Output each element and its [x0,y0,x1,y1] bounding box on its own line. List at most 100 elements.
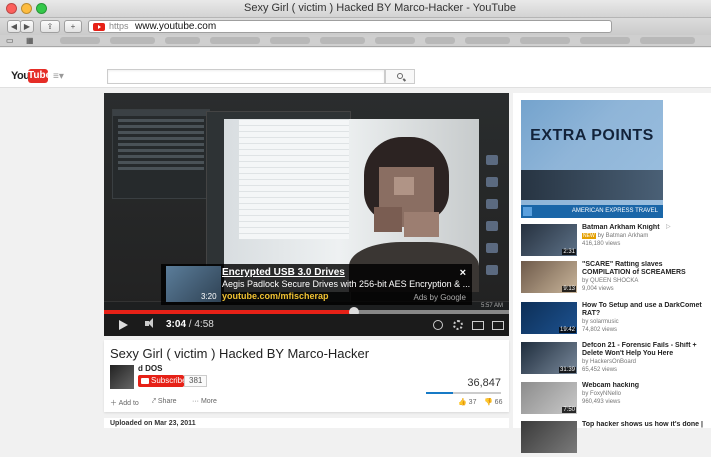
zoom-window-button[interactable] [36,3,47,14]
bookmark-item[interactable] [320,37,365,44]
ad-title-link[interactable]: Encrypted USB 3.0 Drives [222,267,345,278]
new-tab-button[interactable]: + [64,20,82,33]
bookmark-item[interactable] [640,37,695,44]
reading-list-icon[interactable]: ▭ [6,37,14,45]
back-button[interactable]: ◀ [7,20,21,33]
video-frame[interactable]: 5:57 AM 3:20 Encrypted USB 3.0 Drives Ae… [104,93,509,311]
bookmark-item[interactable] [270,37,310,44]
like-sentiment-fill [426,392,453,394]
recommended-views: 416,180 views [582,241,621,247]
subscribe-button[interactable]: Subscribe [138,375,187,387]
recommended-thumbnail[interactable]: 9:13 [521,261,577,293]
settings-gear-icon[interactable] [453,320,463,330]
play-icon[interactable] [119,320,128,330]
recommended-channel: by solarmusic [582,319,619,325]
bookmark-item[interactable] [580,37,630,44]
recommended-thumbnail[interactable]: 7:50 [521,382,577,414]
ad-footer-text: AMERICAN EXPRESS TRAVEL [571,208,658,214]
like-sentiment-bar [426,392,501,394]
overlay-ad[interactable]: 3:20 Encrypted USB 3.0 Drives Aegis Padl… [161,264,472,305]
recommended-duration: 19:42 [558,327,576,333]
recommended-video[interactable]: 19:42 How To Setup and use a DarkComet RA… [521,302,707,338]
recommended-channel-name: by solarmusic [582,319,619,325]
view-count: 36,847 [467,377,501,389]
search-input[interactable] [107,69,385,84]
recommended-thumbnail[interactable]: 2:31 [521,224,577,256]
recommended-duration: 2:31 [562,249,576,255]
forward-button[interactable]: ▶ [20,20,34,33]
bookmark-item[interactable] [520,37,570,44]
video-info-panel: Sexy Girl ( victim ) Hacked BY Marco-Hac… [104,340,509,412]
rat-panel-window [112,109,210,199]
search-icon [397,73,403,79]
bookmark-item[interactable] [425,37,455,44]
recommended-thumbnail[interactable]: 31:39 [521,342,577,374]
window-blinds [239,119,349,239]
recommended-views: 960,493 views [582,399,621,405]
bookmark-item[interactable] [165,37,200,44]
recommended-video[interactable]: 7:50 Webcam hacking by FoxyNNello 960,493 v… [521,382,707,418]
current-time: 3:04 [166,319,187,330]
channel-avatar[interactable] [110,365,134,389]
theater-mode-icon[interactable] [472,321,484,330]
dislike-count: 66 [494,399,503,406]
player-controls: 3:04 / 4:58 [104,314,509,336]
bookmark-item[interactable] [110,37,155,44]
guide-menu-icon[interactable]: ≡▾ [53,71,64,82]
youtube-logo[interactable]: You Tube [11,69,51,84]
recommended-channel-name: by QUEEN SHOCKA [582,278,639,284]
sidebar-ad-banner[interactable]: EXTRA POINTS AMERICAN EXPRESS TRAVEL [521,100,663,218]
fullscreen-icon[interactable] [492,321,504,330]
share-button[interactable]: ⤤ Share [152,398,177,406]
volume-icon[interactable] [145,318,153,328]
recommended-video[interactable]: 31:39 Defcon 21 - Forensic Fails - Shift … [521,342,707,378]
recommended-thumbnail[interactable]: 19:42 [521,302,577,334]
channel-name-link[interactable]: d DOS [138,364,162,373]
taskbar-clock: 5:57 AM [480,303,503,309]
minimize-window-button[interactable] [21,3,32,14]
recommended-title[interactable]: Webcam hacking [582,382,707,390]
url-host: www.youtube.com [135,21,217,32]
more-button[interactable]: ··· More [192,398,217,405]
recommended-views: 65,452 views [582,367,618,373]
ad-headline: EXTRA POINTS [530,127,654,144]
close-ad-icon[interactable]: × [460,267,466,279]
amex-logo-icon [523,207,532,216]
bookmark-item[interactable] [465,37,510,44]
share-label: Share [157,398,177,405]
subscribe-label: Subscribe [151,376,187,385]
youtube-small-icon [141,378,149,384]
search-button[interactable] [385,69,415,84]
recommended-channel: by FoxyNNello [582,391,621,397]
total-duration: 4:58 [194,319,214,330]
ad-url-link[interactable]: youtube.com/mfischerap [222,291,329,301]
recommended-video[interactable]: 9:13 "SCARE" Ratting slaves COMPILATION o… [521,261,707,297]
bookmark-item[interactable] [210,37,260,44]
recommended-title[interactable]: Batman Arkham Knight [582,224,707,232]
video-player[interactable]: 5:57 AM 3:20 Encrypted USB 3.0 Drives Ae… [104,93,509,336]
desktop-icons [482,155,502,287]
recommended-duration: 9:13 [562,286,576,292]
add-to-button[interactable]: ＋ Add to [110,398,139,408]
like-button[interactable]: 👍 37 [458,398,476,406]
close-window-button[interactable] [6,3,17,14]
recommended-title[interactable]: How To Setup and use a DarkComet RAT? [582,302,707,318]
recommended-thumbnail[interactable] [521,421,577,453]
share-page-button[interactable]: ⇪ [40,20,60,33]
address-bar[interactable]: https www.youtube.com [88,20,612,33]
recommended-channel: NEW by Batman Arkham [582,233,648,239]
dislike-button[interactable]: 👎 66 [484,398,502,406]
ad-attribution: Ads by Google [413,293,466,302]
youtube-header: You Tube ≡▾ [0,48,711,88]
bookmark-item[interactable] [375,37,415,44]
watch-later-icon[interactable] [433,320,443,330]
browser-toolbar: ◀ ▶ ⇪ + https www.youtube.com [0,18,711,35]
recommended-video[interactable]: 2:31 Batman Arkham Knight NEW by Batman Ark… [521,224,707,260]
recommended-title[interactable]: Defcon 21 - Forensic Fails - Shift + Del… [582,342,707,358]
recommended-video[interactable]: Top hacker shows us how it's done | [521,421,707,457]
bookmarks-bar: ▭ ▦ [0,35,711,47]
recommended-title[interactable]: "SCARE" Ratting slaves COMPILATION of SC… [582,261,707,277]
youtube-favicon-icon [93,23,105,31]
top-sites-icon[interactable]: ▦ [26,37,34,45]
bookmark-item[interactable] [60,37,100,44]
